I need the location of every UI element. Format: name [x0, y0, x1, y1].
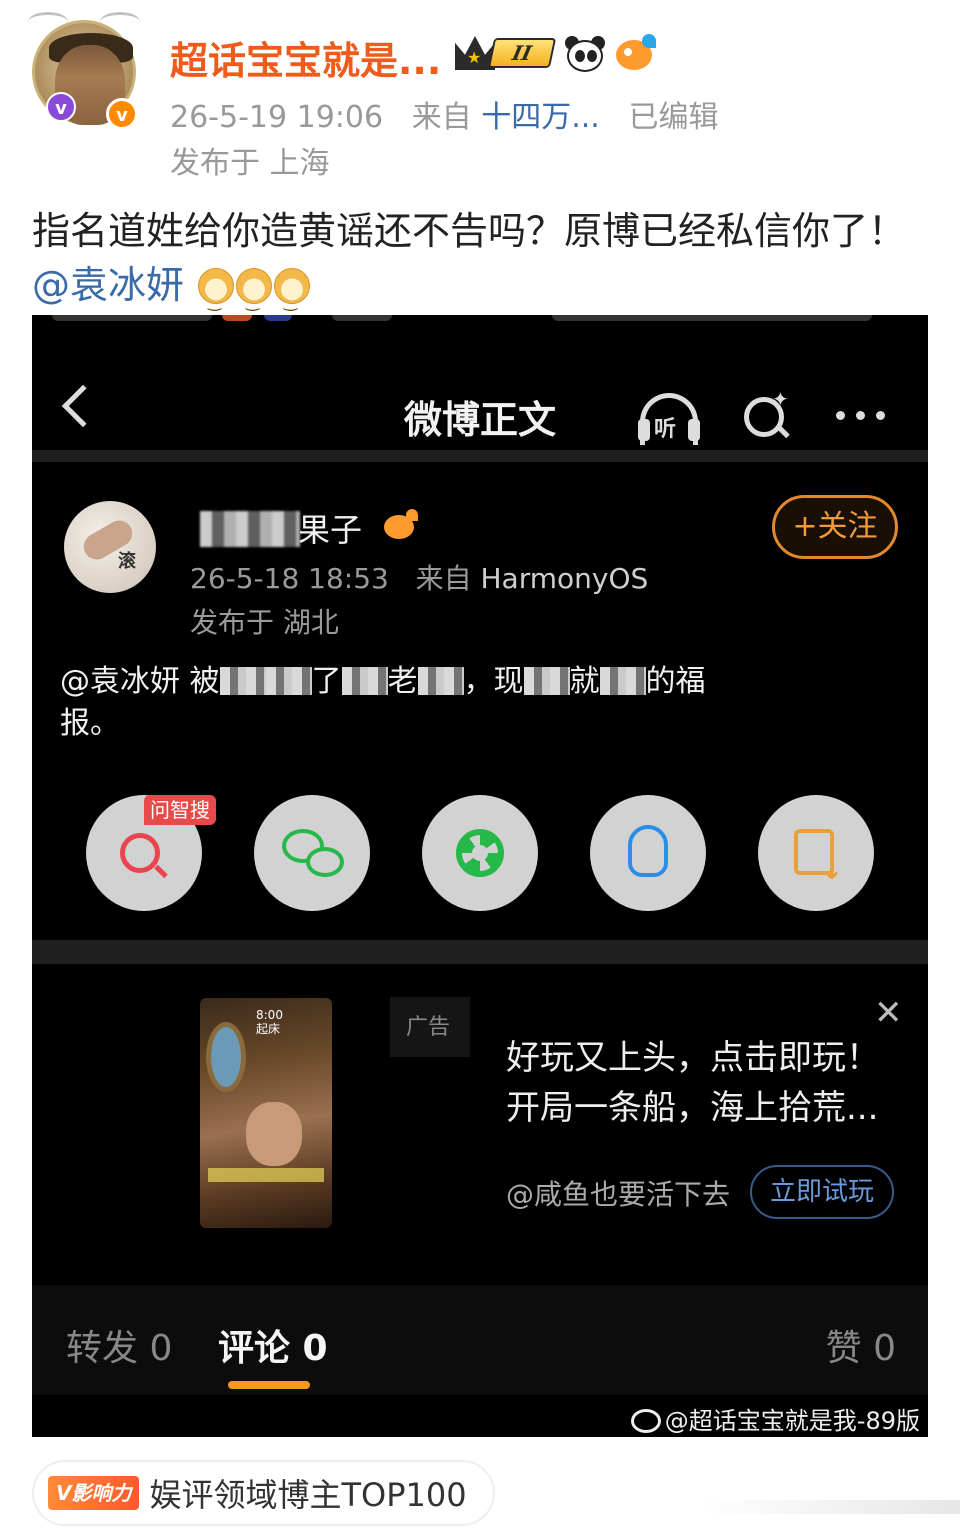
weibo-logo-icon [630, 1409, 661, 1433]
influence-badge[interactable]: V影响力 娱评领域博主TOP100 [32, 1460, 495, 1526]
edited-label[interactable]: 已编辑 [628, 100, 718, 135]
post-timestamp: 26-5-19 19:06 [170, 100, 384, 135]
wechat-share-button[interactable] [254, 795, 370, 911]
inner-author-name[interactable]: 果子 [298, 505, 362, 551]
qq-icon [628, 825, 668, 877]
inner-text-part: @袁冰妍 被 [60, 664, 220, 699]
qq-share-button[interactable] [590, 795, 706, 911]
moments-share-button[interactable] [422, 795, 538, 911]
redaction [417, 667, 464, 695]
redaction [523, 667, 570, 695]
inner-post-meta: 26-5-18 18:53 来自 HarmonyOS [190, 557, 648, 597]
divider [32, 940, 928, 964]
post-location: 发布于 上海 [170, 146, 330, 181]
doge-emoji-icon [274, 268, 311, 329]
ai-search-tag: 问智搜 [144, 795, 216, 825]
save-image-button[interactable]: ↓ [758, 795, 874, 911]
inner-location: 发布于 湖北 [190, 606, 339, 639]
ai-search-icon[interactable]: ✦ [742, 387, 794, 443]
influence-text: 娱评领域博主TOP100 [149, 1476, 467, 1514]
inner-post-text: @袁冰妍 被 了 老 ，现 就 的福报。 [60, 661, 900, 745]
redaction [219, 667, 266, 695]
doge-emoji-icon [236, 268, 273, 329]
ad-line-2: 开局一条船，海上拾荒... [506, 1088, 879, 1128]
close-icon[interactable]: ✕ [874, 993, 903, 1033]
inner-author-avatar[interactable]: 滚 [64, 501, 156, 593]
inner-source-prefix: 来自 [415, 562, 472, 595]
post-text: 指名道姓给你造黄谣还不告吗？原博已经私信你了！ [32, 209, 907, 253]
watermark: @超话宝宝就是我-89版 [630, 1401, 920, 1436]
crown-rank-badge[interactable]: ★ II [455, 34, 557, 74]
ad-text[interactable]: 好玩又上头，点击即玩！ 开局一条船，海上拾荒... [506, 1033, 896, 1133]
ad-label: 广告 [390, 997, 470, 1057]
more-icon[interactable] [836, 411, 890, 421]
inner-text-part: 就 [569, 664, 600, 699]
try-now-button[interactable]: 立即试玩 [750, 1165, 894, 1219]
influence-tag: V影响力 [48, 1476, 140, 1510]
author-name[interactable]: 超话宝宝就是... [170, 30, 441, 85]
inner-source: HarmonyOS [480, 562, 649, 595]
blurred-name [200, 511, 300, 547]
ad-line-1: 好玩又上头，点击即玩！ [506, 1038, 880, 1078]
ad-image[interactable]: 8:00 起床 [200, 998, 332, 1228]
cropped-status-bar [32, 315, 928, 323]
listen-icon[interactable]: 听 [636, 387, 702, 445]
fish-icon [382, 509, 418, 541]
tab-repost[interactable]: 转发 0 [66, 1319, 172, 1371]
panda-icon[interactable] [563, 34, 605, 74]
doge-emoji-icon [198, 268, 235, 329]
ad-image-time: 8:00 [256, 1008, 283, 1022]
rank-label: II [487, 38, 557, 68]
inner-text-part: 报。 [60, 706, 120, 741]
avatar-char: 滚 [118, 551, 136, 572]
tab-comment[interactable]: 评论 0 [218, 1319, 328, 1371]
source-prefix: 来自 [411, 100, 472, 135]
watermark-text: @超话宝宝就是我-89版 [664, 1407, 920, 1435]
inner-text-part: 了 [311, 664, 342, 699]
member-v-icon: v [46, 92, 76, 122]
embedded-screenshot[interactable]: 微博正文 听 ✦ 滚 果子 +关注 26-5-18 18:53 来自 Harmo… [32, 315, 928, 1437]
ad-account[interactable]: @咸鱼也要活下去 [506, 1173, 730, 1213]
redaction [599, 667, 646, 695]
ad-image-sub: 起床 [256, 1022, 281, 1036]
redaction [265, 667, 312, 695]
verified-v-icon: v [106, 98, 138, 130]
inner-text-part: 的福 [645, 664, 706, 699]
post-body: 指名道姓给你造黄谣还不告吗？原博已经私信你了！ @袁冰妍 [32, 204, 912, 329]
star-icon: ★ [467, 48, 482, 67]
follow-button[interactable]: +关注 [772, 495, 898, 559]
screenshot-topbar: 微博正文 听 ✦ [32, 335, 928, 450]
inner-text-part: ，现 [463, 664, 524, 699]
divider [32, 450, 928, 462]
source-link[interactable]: 十四万... [481, 100, 600, 135]
inner-timestamp: 26-5-18 18:53 [190, 562, 389, 595]
active-tab-indicator [228, 1381, 310, 1389]
tab-like[interactable]: 赞 0 [826, 1319, 896, 1371]
author-avatar[interactable]: v v [28, 12, 140, 130]
fish-icon[interactable] [612, 34, 658, 74]
redaction [341, 667, 388, 695]
mention-link[interactable]: @袁冰妍 [32, 263, 184, 307]
listen-label: 听 [654, 417, 677, 442]
fade-edge [700, 1500, 960, 1514]
interaction-tabs: 转发 0 评论 0 赞 0 [32, 1285, 928, 1395]
post-meta: 26-5-19 19:06 来自 十四万... 已编辑 [170, 92, 718, 136]
inner-text-part: 老 [387, 664, 418, 699]
